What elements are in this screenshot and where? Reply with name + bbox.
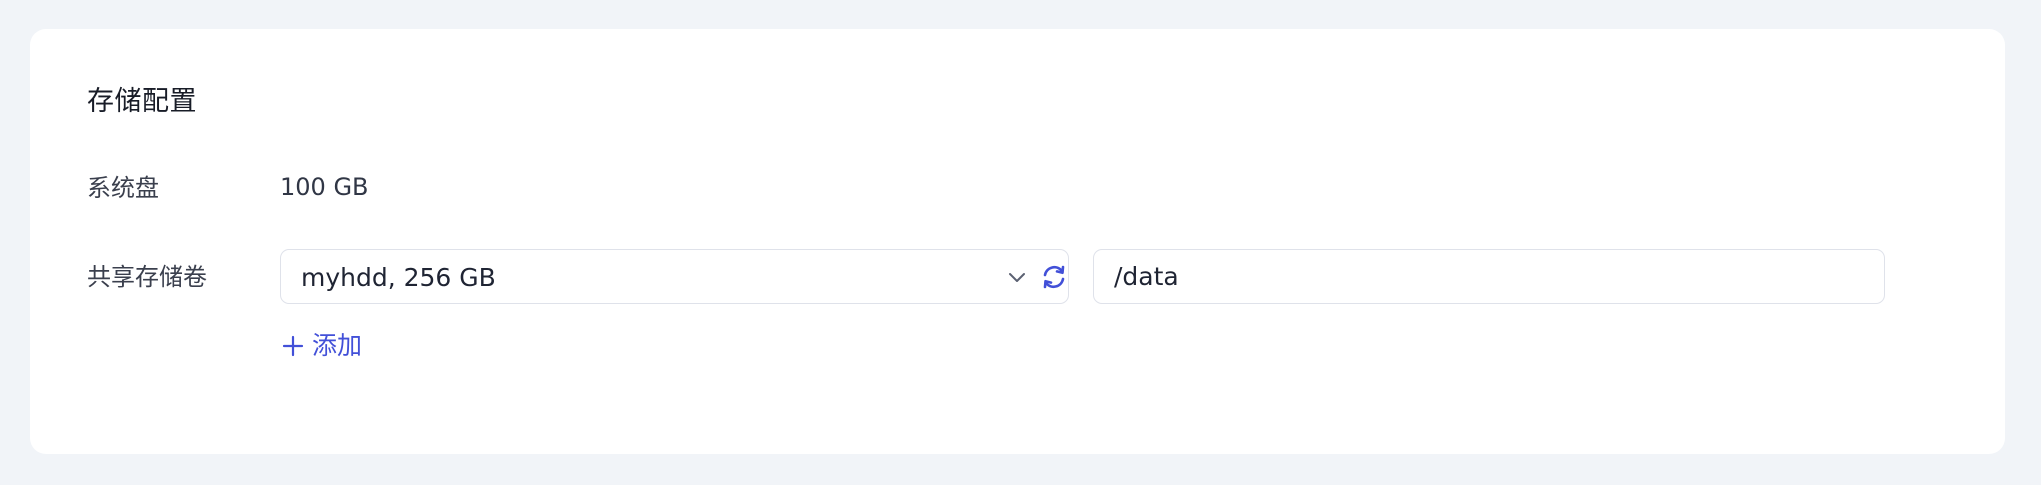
chevron-down-icon[interactable] [1006, 266, 1028, 288]
shared-volume-label: 共享存储卷 [87, 263, 207, 291]
storage-config-card: 存储配置 系统盘 100 GB 共享存储卷 myhdd, 256 GB 添加 [30, 29, 2005, 454]
shared-volume-selected-value: myhdd, 256 GB [301, 263, 496, 292]
system-disk-label: 系统盘 [87, 174, 159, 202]
plus-icon [282, 335, 304, 356]
shared-volume-select[interactable]: myhdd, 256 GB [280, 249, 1069, 304]
add-volume-label: 添加 [312, 331, 363, 360]
mount-path-input[interactable] [1093, 249, 1885, 304]
add-volume-button[interactable]: 添加 [282, 333, 362, 358]
system-disk-value: 100 GB [280, 173, 369, 201]
section-title: 存储配置 [87, 86, 197, 117]
refresh-icon[interactable] [1040, 263, 1068, 291]
